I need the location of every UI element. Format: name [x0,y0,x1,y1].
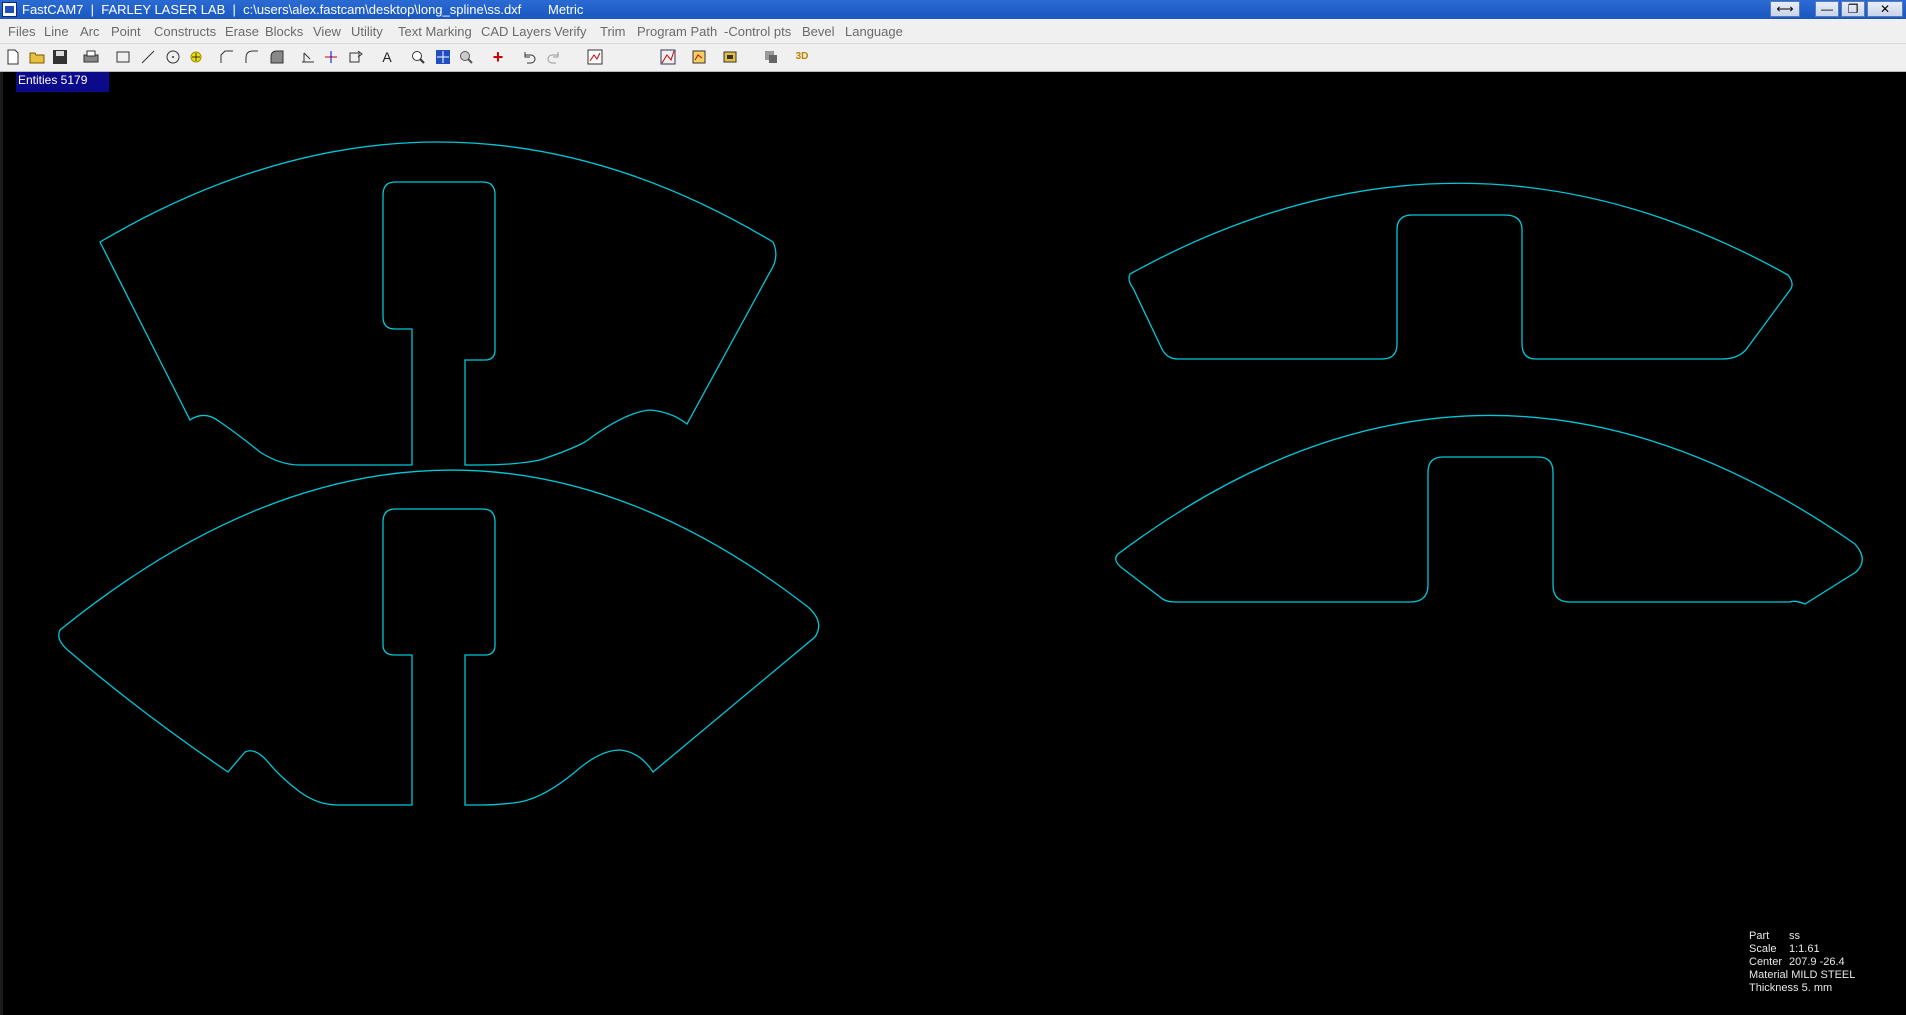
menu-utility[interactable]: Utility [351,24,383,39]
three-d-icon[interactable]: 3D [791,46,813,68]
menu-view[interactable]: View [313,24,341,39]
dimension-icon[interactable] [297,46,319,68]
point-icon[interactable] [185,46,207,68]
part-3-outline[interactable] [1128,182,1793,360]
trim-icon[interactable] [320,46,342,68]
menu-control-pts[interactable]: -Control pts [724,24,791,39]
part-info-panel: Part ss Scale 1:1.61 Center 207.9 -26.4 Mat… [1749,930,1855,995]
open-folder-icon[interactable] [26,46,48,68]
close-button[interactable]: ✕ [1867,1,1903,17]
zoom-window-icon[interactable] [407,46,429,68]
info-center-row: Center 207.9 -26.4 [1749,956,1845,968]
zoom-extents-icon[interactable] [432,46,454,68]
menu-verify[interactable]: Verify [554,24,587,39]
undo-icon[interactable] [518,46,540,68]
menu-point[interactable]: Point [111,24,141,39]
toolbar: A + 3D [0,44,1906,72]
print-icon[interactable] [80,46,102,68]
line-icon[interactable] [137,46,159,68]
fill-shape-icon[interactable] [266,46,288,68]
menu-blocks[interactable]: Blocks [265,24,303,39]
machine-icon[interactable] [719,46,741,68]
part-geometry[interactable] [0,72,1906,1015]
center-cross-icon[interactable]: + [487,46,509,68]
menu-bevel[interactable]: Bevel [802,24,835,39]
program-path-icon[interactable] [584,46,606,68]
rectangle-icon[interactable] [112,46,134,68]
minimize-button[interactable]: — [1815,1,1839,17]
menu-language[interactable]: Language [845,24,903,39]
verify-path-icon[interactable] [688,46,710,68]
menu-line[interactable]: Line [44,24,69,39]
menu-bar: Files Line Arc Point Constructs Erase Bl… [0,19,1906,44]
fillet-icon[interactable] [241,46,263,68]
layers-icon[interactable] [760,46,782,68]
chamfer-icon[interactable] [216,46,238,68]
redo-icon[interactable] [543,46,565,68]
part-2-outline[interactable] [58,469,820,806]
new-file-icon[interactable] [2,46,24,68]
units-label: Metric [548,2,584,17]
circle-icon[interactable] [162,46,184,68]
text-tool-icon[interactable]: A [376,46,398,68]
part-4-outline[interactable] [1115,414,1863,605]
menu-erase[interactable]: Erase [225,24,259,39]
window-title: FastCAM7 | FARLEY LASER LAB | c:\users\a… [22,2,522,17]
menu-files[interactable]: Files [8,24,35,39]
save-icon[interactable] [49,46,71,68]
part-1-outline[interactable] [99,141,777,466]
zoom-out-icon[interactable] [455,46,477,68]
fastcam-app-icon[interactable] [2,2,17,17]
info-material-row: Material MILD STEEL [1749,969,1856,981]
title-bar: FastCAM7 | FARLEY LASER LAB | c:\users\a… [0,0,1906,19]
menu-arc[interactable]: Arc [80,24,100,39]
menu-constructs[interactable]: Constructs [154,24,216,39]
menu-text-marking[interactable]: Text Marking [398,24,472,39]
menu-trim[interactable]: Trim [600,24,626,39]
info-thickness-row: Thickness 5. mm [1749,982,1833,994]
offset-icon[interactable] [345,46,367,68]
menu-cad-layers[interactable]: CAD Layers [481,24,551,39]
info-part-row: Part ss [1749,930,1800,942]
menu-program-path[interactable]: Program Path [637,24,717,39]
resize-window-button[interactable]: ⟷ [1770,1,1800,17]
nest-path-icon[interactable] [657,46,679,68]
info-scale-row: Scale 1:1.61 [1749,943,1820,955]
maximize-button[interactable]: ❐ [1841,1,1865,17]
